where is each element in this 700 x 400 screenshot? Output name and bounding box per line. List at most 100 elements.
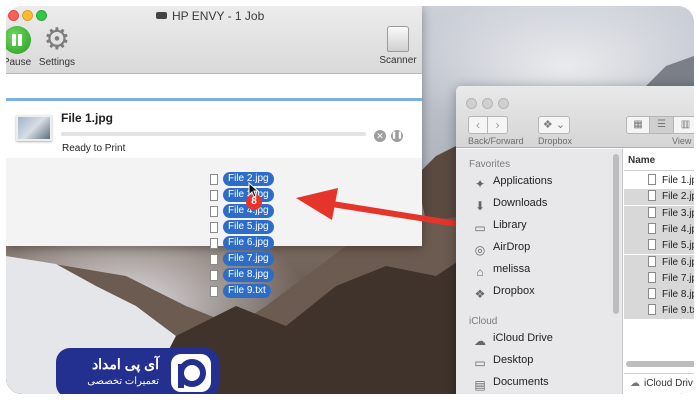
file-row[interactable]: File 9.txt (624, 303, 694, 320)
file-icon (648, 271, 656, 283)
file-icon (648, 174, 656, 185)
file-icon (210, 286, 218, 297)
dropbox-icon: ❖ ⌄ (542, 119, 566, 131)
sidebar-scrollbar[interactable] (613, 154, 619, 314)
dragged-file-item[interactable]: File 8.jpg (210, 267, 290, 283)
sidebar-item-label: Downloads (493, 197, 548, 209)
hold-job-button[interactable]: ❚❚ (391, 130, 403, 142)
file-icon (648, 288, 656, 300)
dragged-file-label: File 7.jpg (223, 252, 274, 266)
chevron-right-icon: › (495, 118, 500, 132)
mouse-cursor-icon (248, 182, 260, 198)
sidebar-item-label: Applications (493, 175, 553, 187)
sidebar-item-desktop[interactable]: ▭ Desktop (472, 354, 533, 374)
dragged-file-label: File 9.txt (223, 284, 271, 298)
close-window-button[interactable] (8, 10, 19, 21)
dragged-file-item[interactable]: File 5.jpg (210, 219, 290, 235)
pause-label: Pause (6, 57, 32, 68)
sidebar-item-downloads[interactable]: ⬇ Downloads (472, 197, 547, 217)
file-icon (648, 255, 656, 267)
scanner-button[interactable]: Scanner (378, 26, 418, 66)
zoom-window-button[interactable] (36, 10, 47, 21)
column-view-button[interactable]: ▥ (674, 116, 694, 134)
list-view-button[interactable]: ☰ (650, 116, 674, 134)
name-column-header[interactable]: Name (628, 155, 655, 166)
dropbox-toolbar-label: Dropbox (538, 136, 573, 146)
file-name: File 9.txt (662, 305, 694, 317)
file-row[interactable]: File 6.jpg (624, 254, 694, 271)
file-row[interactable]: File 7.jpg (624, 270, 694, 287)
sidebar-item-label: AirDrop (493, 241, 531, 253)
sidebar-item-library[interactable]: ▭ Library (472, 219, 527, 239)
list-icon: ☰ (657, 119, 666, 130)
sidebar-item-applications[interactable]: ✦ Applications (472, 175, 552, 195)
file-name: File 1.jpg (662, 175, 694, 186)
finder-close-button[interactable] (466, 98, 477, 109)
printer-icon (156, 12, 167, 19)
finder-minimize-button[interactable] (482, 98, 493, 109)
file-row[interactable]: File 2.jpg (624, 189, 694, 206)
favorites-header: Favorites (469, 159, 511, 170)
pause-icon (6, 26, 31, 54)
file-icon (210, 190, 218, 201)
file-icon (210, 254, 218, 265)
forward-button[interactable]: › (488, 116, 508, 134)
dragged-file-label: File 6.jpg (223, 236, 274, 250)
sidebar-item-melissa[interactable]: ⌂ melissa (472, 263, 530, 283)
file-name: File 3.jpg (662, 207, 694, 219)
file-icon (648, 239, 656, 251)
cancel-job-button[interactable]: ✕ (374, 130, 386, 142)
dragged-file-item[interactable]: File 6.jpg (210, 235, 290, 251)
desktop-icon: ▭ (474, 356, 486, 370)
dragged-file-item[interactable]: File 9.txt (210, 283, 290, 299)
sidebar-item-dropbox[interactable]: ❖ Dropbox (472, 285, 535, 305)
file-icon (648, 190, 656, 202)
documents-icon: ▤ (474, 378, 486, 392)
pause-button[interactable]: Pause (6, 26, 32, 68)
file-name: File 8.jpg (662, 289, 694, 301)
file-icon (210, 222, 218, 233)
brand-name: آی پی امداد (91, 356, 159, 372)
path-bar: ☁ iCloud Drive (624, 373, 694, 394)
settings-label: Settings (38, 57, 76, 68)
file-row[interactable]: File 8.jpg (624, 287, 694, 304)
sidebar-item-label: Documents (493, 376, 549, 388)
home-icon: ⌂ (476, 265, 484, 279)
sidebar-item-airdrop[interactable]: ◎ AirDrop (472, 241, 531, 261)
file-row[interactable]: File 3.jpg (624, 205, 694, 222)
minimize-window-button[interactable] (22, 10, 33, 21)
back-forward-label: Back/Forward (468, 136, 524, 146)
file-list: Name File 1.jpg File 2.jpg File 3.jpg File … (624, 149, 694, 394)
window-title-text: HP ENVY - 1 Job (172, 9, 265, 23)
icon-view-button[interactable]: ▦ (626, 116, 650, 134)
file-list-scrollbar[interactable] (626, 361, 694, 367)
file-name: File 5.jpg (662, 240, 694, 252)
sidebar-item-label: Library (493, 219, 527, 231)
print-job-row[interactable]: File 1.jpg Ready to Print ✕ ❚❚ (6, 101, 422, 158)
window-title: HP ENVY - 1 Job (156, 9, 264, 23)
file-row[interactable]: File 1.jpg (624, 173, 694, 189)
file-row[interactable]: File 4.jpg (624, 221, 694, 238)
job-name: File 1.jpg (61, 111, 114, 125)
sidebar-item-documents[interactable]: ▤ Documents (472, 376, 549, 394)
icloud-header: iCloud (469, 316, 498, 327)
back-button[interactable]: ‹ (468, 116, 488, 134)
job-progress-bar (61, 132, 366, 136)
file-icon (210, 206, 218, 217)
sidebar-item-label: Desktop (493, 354, 534, 366)
finder-zoom-button[interactable] (498, 98, 509, 109)
finder-sidebar: Favorites ✦ Applications ⬇ Downloads ▭ Librar… (456, 149, 623, 394)
dropbox-toolbar-button[interactable]: ❖ ⌄ (538, 116, 570, 134)
view-label: View (672, 136, 692, 146)
dragged-file-label: File 5.jpg (223, 220, 274, 234)
settings-button[interactable]: ⚙ Settings (36, 25, 78, 69)
file-name: File 7.jpg (662, 272, 694, 284)
file-name: File 4.jpg (662, 223, 694, 235)
file-row[interactable]: File 5.jpg (624, 238, 694, 255)
downloads-icon: ⬇ (474, 199, 486, 213)
dragged-file-item[interactable]: File 7.jpg (210, 251, 290, 267)
cloud-icon: ☁ (630, 378, 640, 389)
file-icon (210, 174, 218, 185)
sidebar-item-icloud-drive[interactable]: ☁ iCloud Drive (472, 332, 553, 352)
brand-tagline: تعمیرات تخصصی (87, 376, 159, 387)
